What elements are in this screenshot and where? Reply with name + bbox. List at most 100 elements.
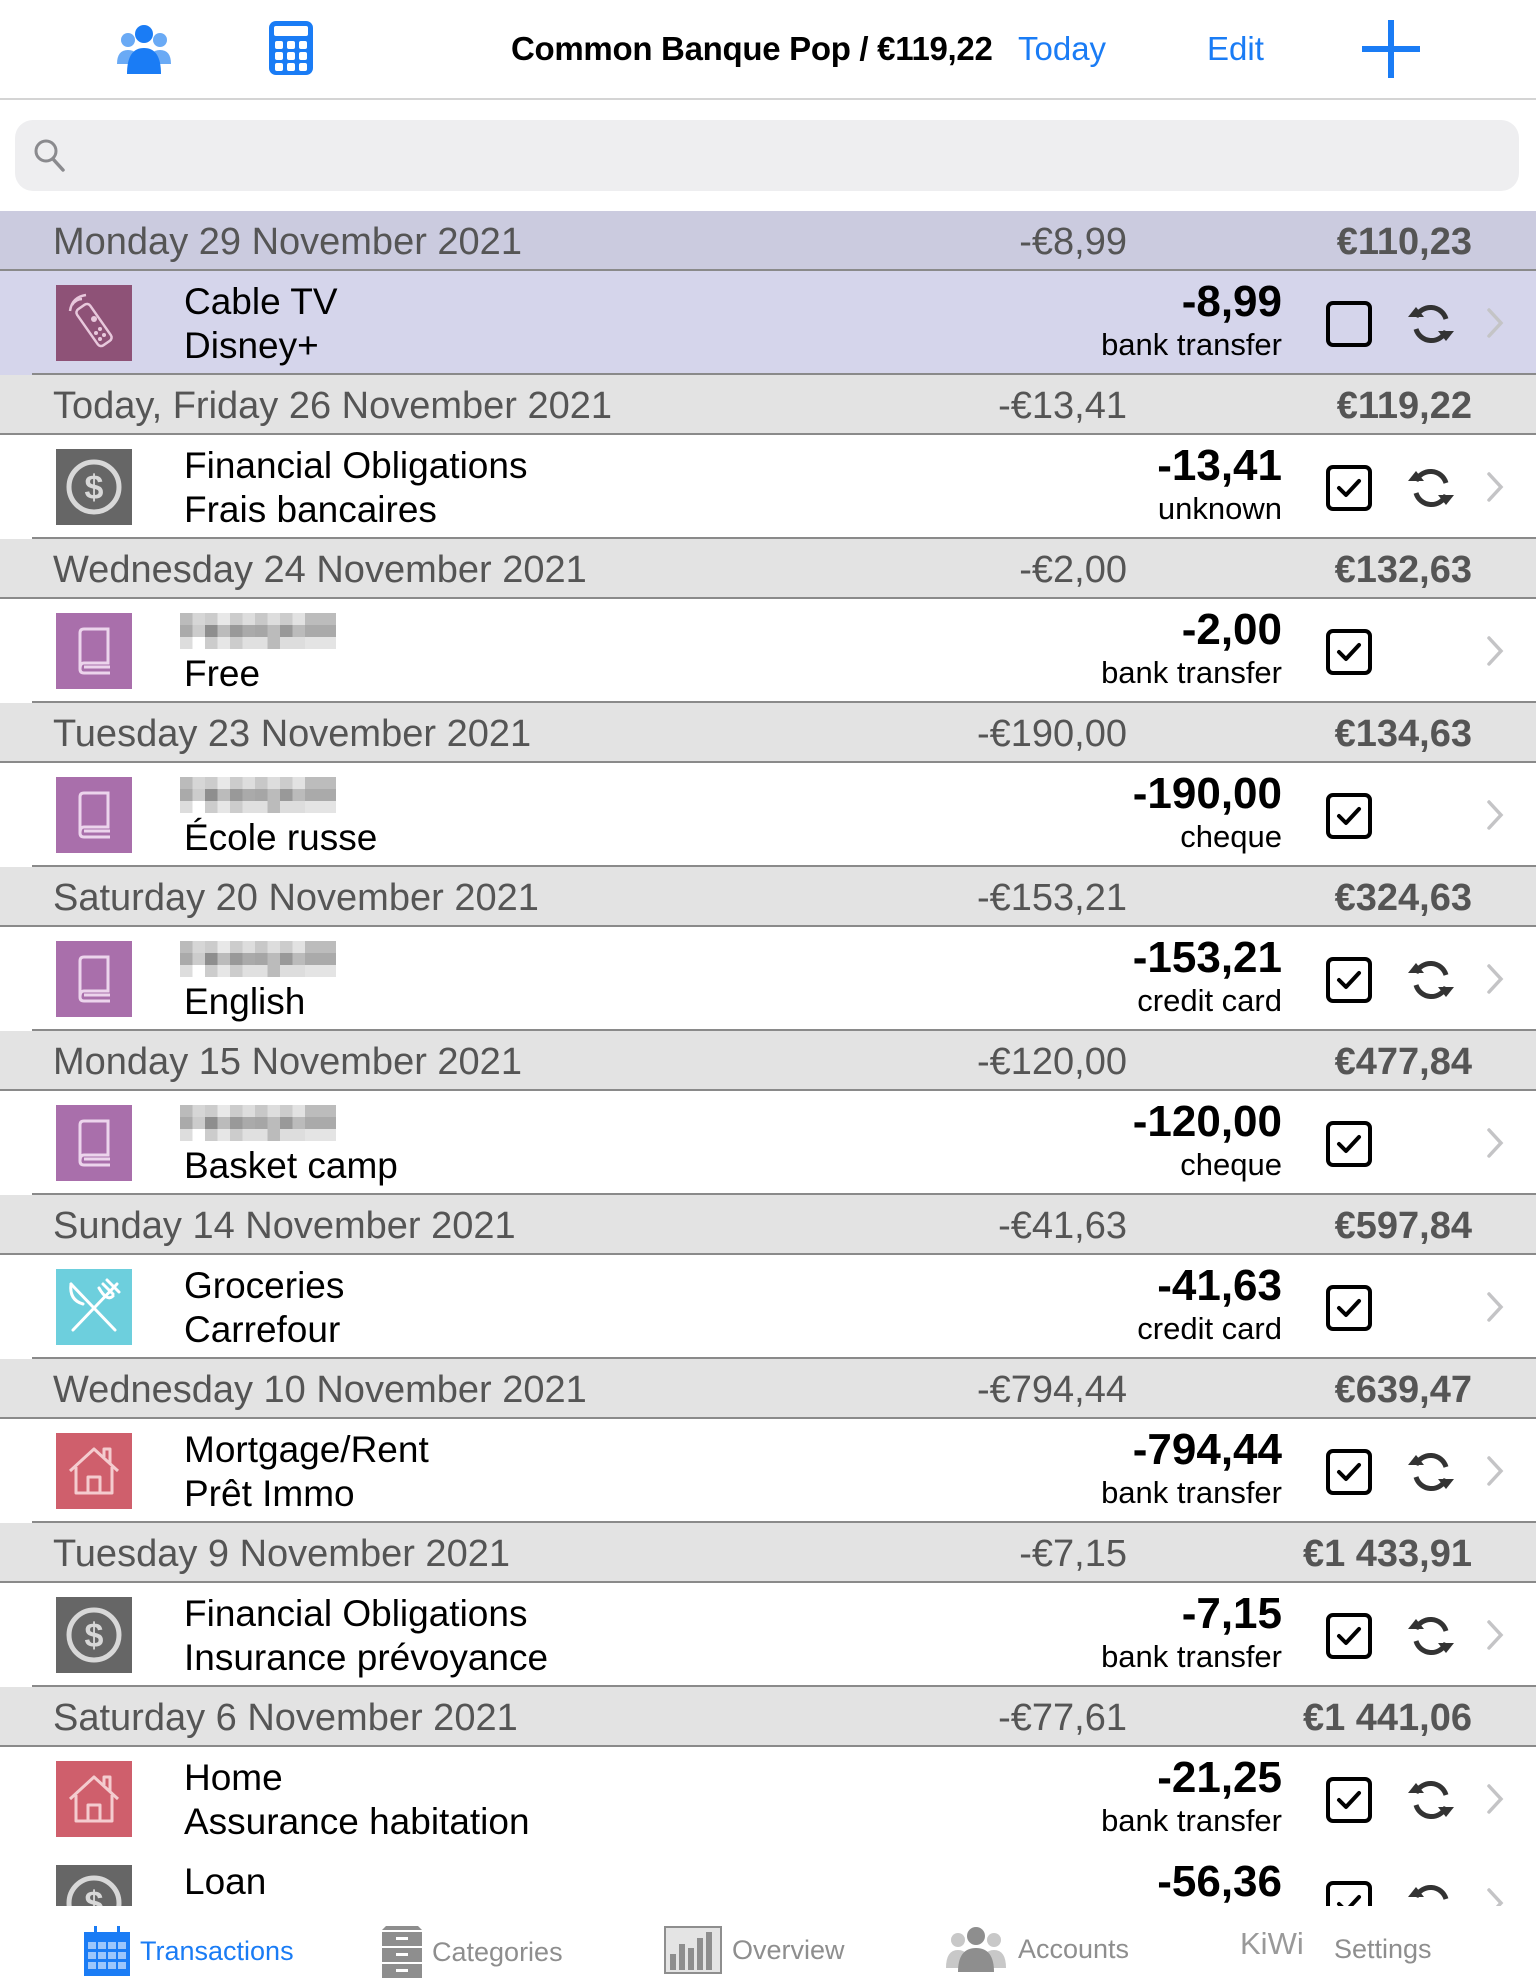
recurring-sync-icon <box>1406 1449 1456 1500</box>
house-icon <box>56 1761 132 1837</box>
chevron-right-icon[interactable] <box>1486 1291 1504 1328</box>
payment-method: cheque <box>1180 819 1282 854</box>
section-date: Sunday 14 November 2021 <box>53 1205 516 1247</box>
transaction-payee: Free <box>184 653 261 694</box>
transaction-row[interactable]: Mortgage/Rent Prêt Immo -794,44 bank tra… <box>0 1419 1536 1523</box>
section-header: Wednesday 24 November 2021 -€2,00 €132,6… <box>0 539 1536 599</box>
calculator-icon[interactable] <box>268 20 314 81</box>
payment-method: unknown <box>1157 491 1282 526</box>
chevron-right-icon[interactable] <box>1486 471 1504 508</box>
payment-method: credit card <box>1137 983 1282 1018</box>
tab-accounts[interactable]: Accounts <box>944 1926 1129 1972</box>
transaction-row[interactable]: Cable TV Disney+ -8,99 bank transfer <box>0 271 1536 375</box>
transaction-row[interactable]: Home Assurance habitation -21,25 bank tr… <box>0 1747 1536 1851</box>
cabinet-icon <box>382 1926 422 1978</box>
payment-method: bank transfer <box>1101 1475 1282 1510</box>
section-total: -€77,61 <box>998 1697 1127 1739</box>
section-date: Today, Friday 26 November 2021 <box>53 385 613 427</box>
section-date: Tuesday 23 November 2021 <box>53 713 532 755</box>
section-header: Monday 15 November 2021 -€120,00 €477,84 <box>0 1031 1536 1091</box>
transaction-row[interactable]: $ Financial Obligations Frais bancaires … <box>0 435 1536 539</box>
section-balance: €477,84 <box>1334 1041 1472 1083</box>
transaction-row[interactable]: Groceries Carrefour -41,63 credit card <box>0 1255 1536 1359</box>
section-date: Saturday 20 November 2021 <box>53 877 539 919</box>
section-total: -€41,63 <box>998 1205 1127 1247</box>
checkbox-checked-icon[interactable] <box>1326 465 1372 516</box>
transaction-amount: -190,00 <box>1132 769 1282 818</box>
transaction-row[interactable]: $ Financial Obligations Insurance prévoy… <box>0 1583 1536 1687</box>
section-balance: €132,63 <box>1334 549 1472 591</box>
tab-transactions[interactable]: Transactions <box>84 1926 294 1976</box>
checkbox-checked-icon[interactable] <box>1326 957 1372 1008</box>
tab-overview[interactable]: Overview <box>664 1926 845 1974</box>
checkbox-checked-icon[interactable] <box>1326 1121 1372 1172</box>
section-balance: €119,22 <box>1336 385 1472 427</box>
section-header: Wednesday 10 November 2021 -€794,44 €639… <box>0 1359 1536 1419</box>
transaction-amount: -41,63 <box>1157 1261 1282 1310</box>
today-button[interactable]: Today <box>1018 30 1106 68</box>
checkbox-unchecked-icon[interactable] <box>1326 301 1372 352</box>
search-input[interactable] <box>15 120 1519 191</box>
tab-label: Settings <box>1334 1934 1432 1964</box>
recurring-sync-icon <box>1406 1777 1456 1828</box>
edit-button[interactable]: Edit <box>1207 30 1264 68</box>
transaction-category: Home <box>184 1757 283 1798</box>
chevron-right-icon[interactable] <box>1486 1783 1504 1820</box>
payment-method: bank transfer <box>1101 327 1282 362</box>
chevron-right-icon[interactable] <box>1486 1455 1504 1492</box>
kiwi-logo: KiWi <box>1240 1926 1304 1961</box>
section-total: -€13,41 <box>998 385 1127 427</box>
transaction-category: Cable TV <box>184 281 338 322</box>
people-icon <box>946 1927 1006 1972</box>
checkbox-checked-icon[interactable] <box>1326 1285 1372 1336</box>
transaction-list[interactable]: Monday 29 November 2021 -€8,99 €110,23 C… <box>0 211 1536 1906</box>
checkbox-checked-icon[interactable] <box>1326 793 1372 844</box>
chevron-right-icon[interactable] <box>1486 799 1504 836</box>
chevron-right-icon[interactable] <box>1486 1619 1504 1656</box>
transaction-row[interactable]: Basket camp -120,00 cheque <box>0 1091 1536 1195</box>
transaction-amount: -7,15 <box>1181 1589 1282 1638</box>
checkbox-checked-icon[interactable] <box>1326 1777 1372 1828</box>
section-header: Saturday 6 November 2021 -€77,61 €1 441,… <box>0 1687 1536 1747</box>
section-header: Saturday 20 November 2021 -€153,21 €324,… <box>0 867 1536 927</box>
blurred-title <box>180 777 336 813</box>
chevron-right-icon[interactable] <box>1486 963 1504 1000</box>
fork-knife-icon <box>56 1269 132 1345</box>
transaction-row[interactable]: École russe -190,00 cheque <box>0 763 1536 867</box>
section-balance: €110,23 <box>1336 221 1472 263</box>
transaction-payee: Disney+ <box>184 325 319 366</box>
section-header: Monday 29 November 2021 -€8,99 €110,23 <box>0 211 1536 271</box>
transaction-payee: English <box>184 981 306 1022</box>
calendar-icon <box>84 1926 130 1976</box>
svg-text:$: $ <box>85 1617 104 1655</box>
checkbox-checked-icon[interactable] <box>1326 629 1372 680</box>
section-balance: €1 441,06 <box>1302 1697 1472 1739</box>
chevron-right-icon[interactable] <box>1486 1127 1504 1164</box>
dollar-coin-icon: $ <box>56 449 132 525</box>
checkbox-checked-icon[interactable] <box>1326 1881 1372 1906</box>
transaction-payee: Assurance habitation <box>184 1801 530 1842</box>
add-icon[interactable] <box>1362 20 1420 83</box>
transaction-category: Financial Obligations <box>184 1593 528 1634</box>
tab-categories[interactable]: Categories <box>382 1926 563 1978</box>
payment-method: bank transfer <box>1101 1803 1282 1838</box>
remote-control-icon <box>56 285 132 361</box>
checkbox-checked-icon[interactable] <box>1326 1449 1372 1500</box>
section-date: Tuesday 9 November 2021 <box>53 1533 510 1575</box>
chevron-right-icon[interactable] <box>1486 635 1504 672</box>
checkbox-checked-icon[interactable] <box>1326 1613 1372 1664</box>
transaction-row[interactable]: Free -2,00 bank transfer <box>0 599 1536 703</box>
tab-label: Overview <box>732 1934 845 1965</box>
tab-label: Accounts <box>1018 1933 1130 1964</box>
section-date: Monday 15 November 2021 <box>53 1041 522 1083</box>
chevron-right-icon[interactable] <box>1486 307 1504 344</box>
section-balance: €324,63 <box>1334 877 1472 919</box>
transaction-row[interactable]: $ Loan -56,36 <box>0 1851 1536 1906</box>
payment-method: bank transfer <box>1101 655 1282 690</box>
accounts-people-icon[interactable] <box>115 20 173 81</box>
recurring-sync-icon <box>1406 301 1456 352</box>
dollar-coin-icon: $ <box>56 1865 132 1906</box>
transaction-row[interactable]: English -153,21 credit card <box>0 927 1536 1031</box>
chevron-right-icon[interactable] <box>1486 1887 1504 1906</box>
tab-settings[interactable]: Settings <box>1334 1934 1432 1965</box>
